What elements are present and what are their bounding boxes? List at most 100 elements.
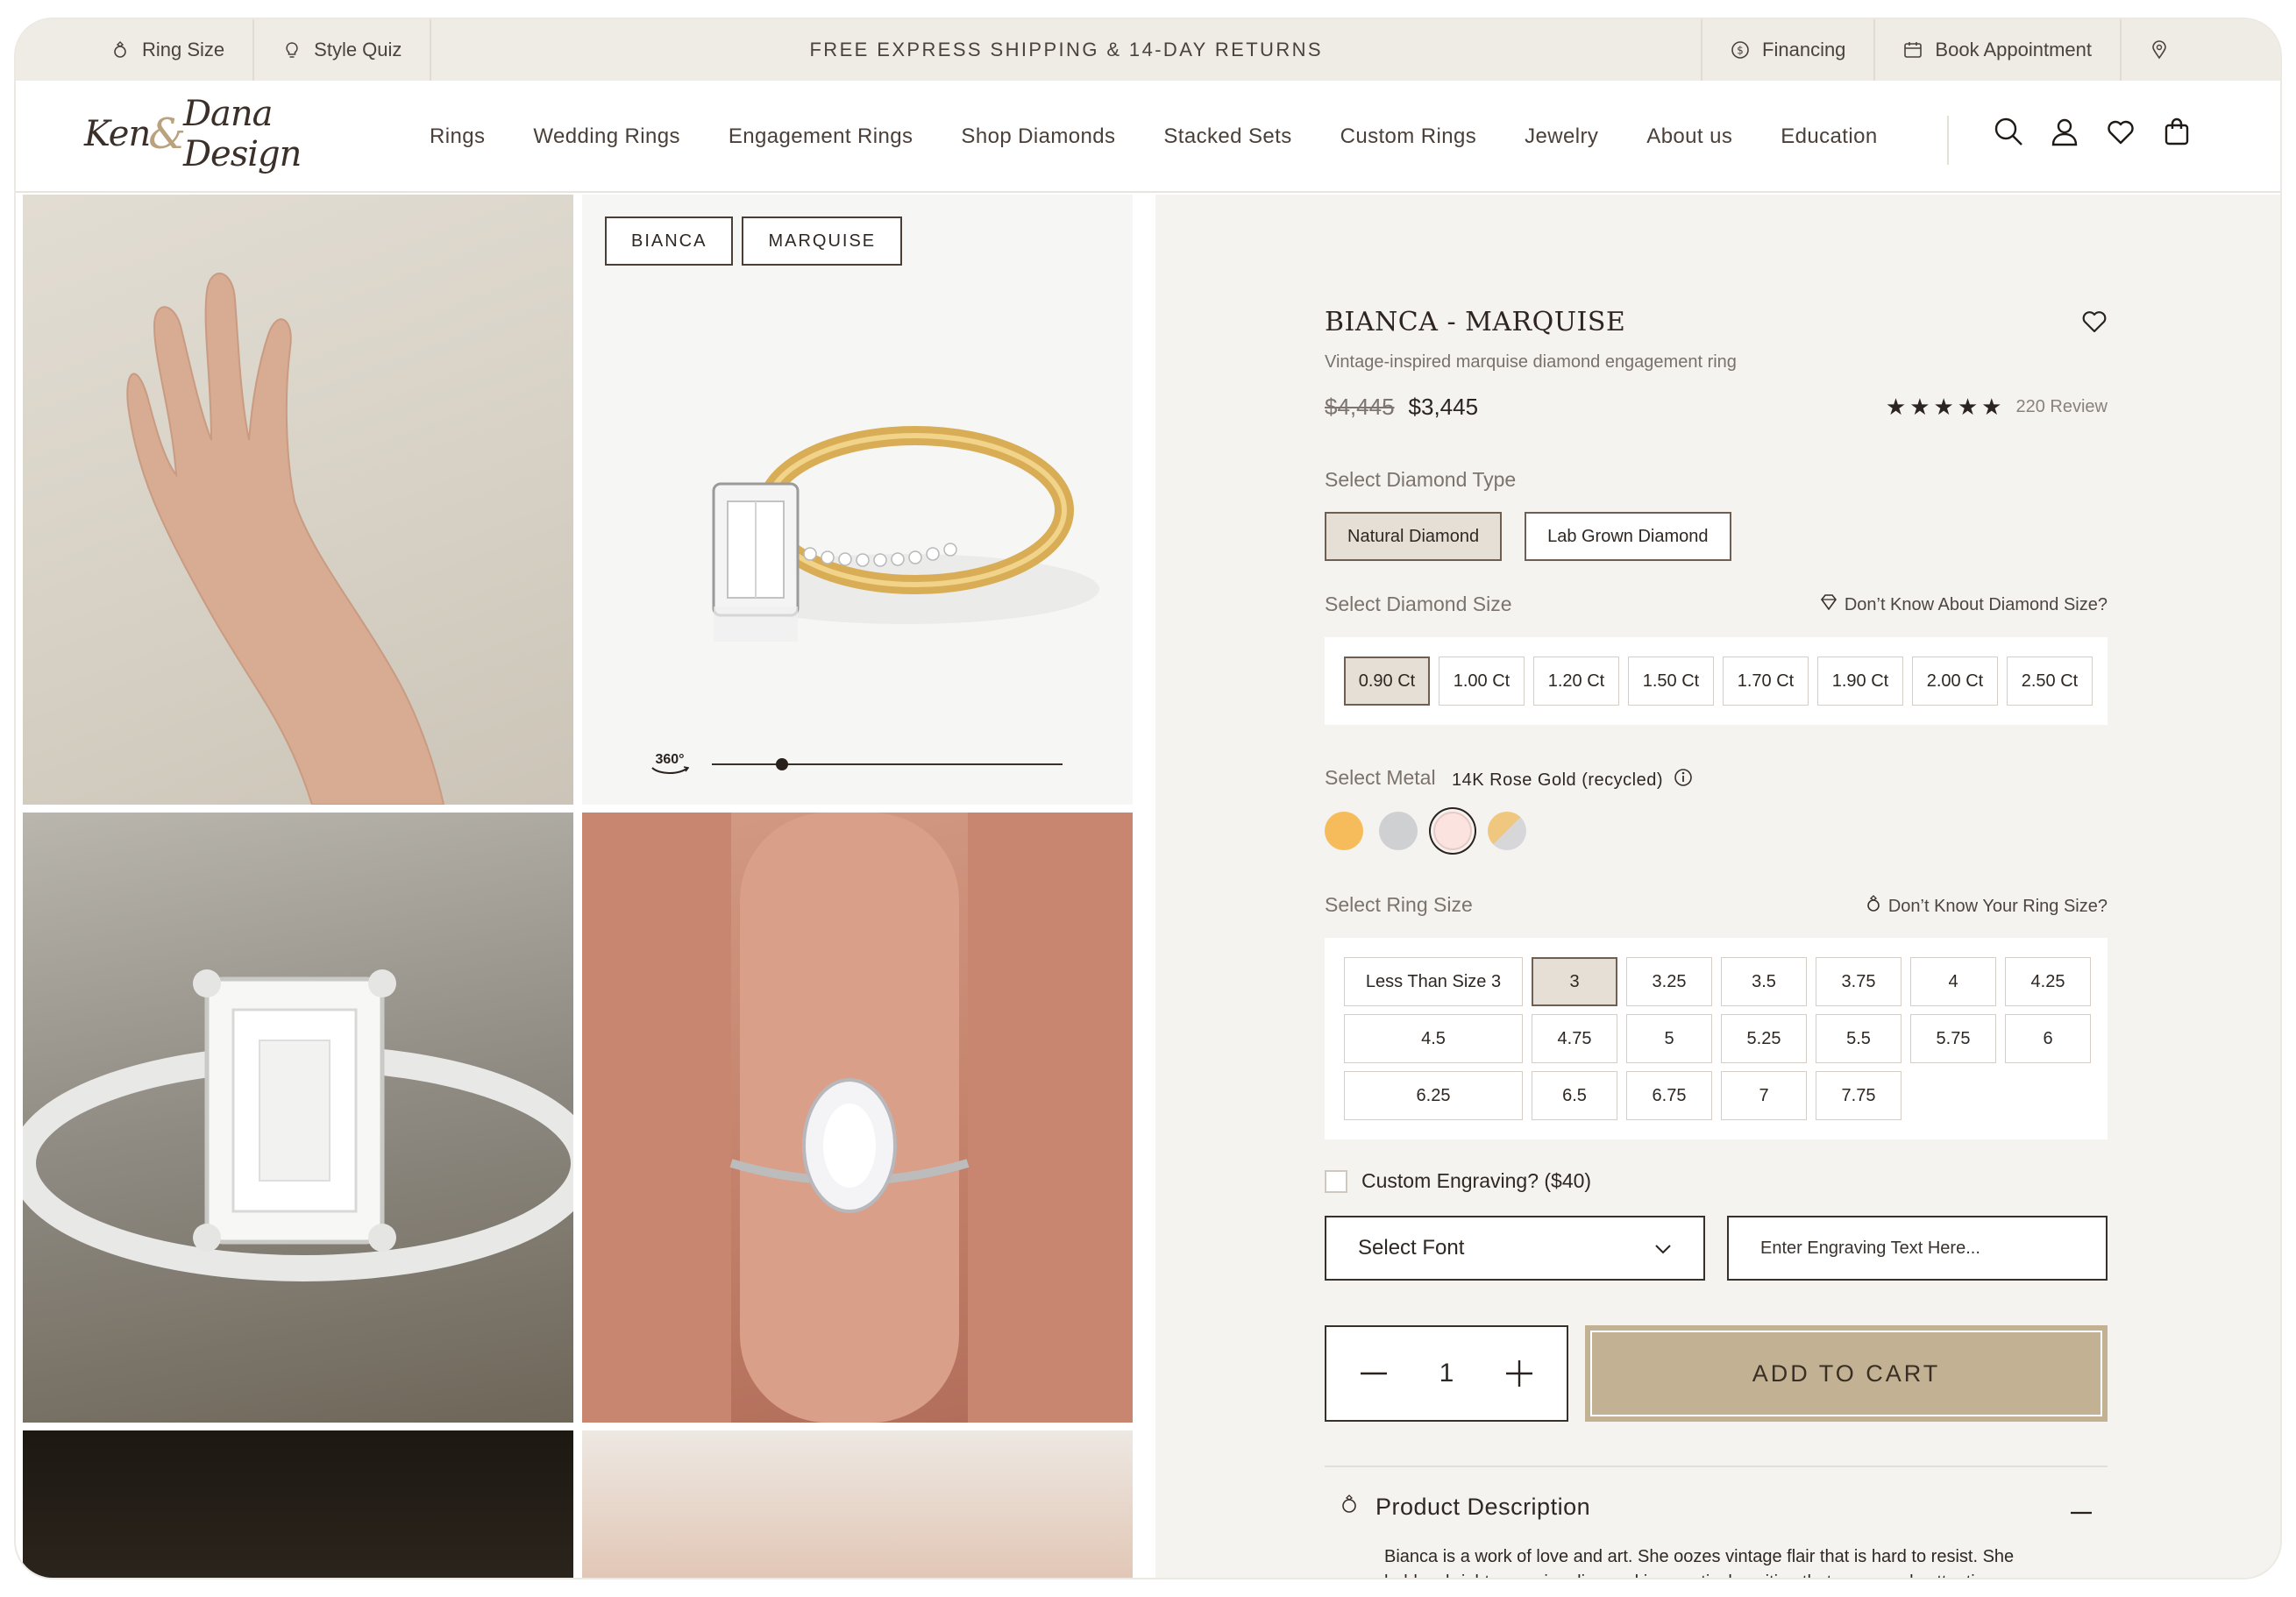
product-description-toggle[interactable]: Product Description xyxy=(1340,1494,2092,1521)
lightbulb-icon xyxy=(282,40,302,60)
store-location-link[interactable] xyxy=(2122,19,2197,81)
metal-swatch-yellow-gold[interactable] xyxy=(1325,812,1363,850)
nav-item-rings[interactable]: Rings xyxy=(430,124,485,149)
dollar-circle-icon: $ xyxy=(1731,40,1750,60)
diamond-size-option[interactable]: 1.70 Ct xyxy=(1723,657,1809,706)
finger-ring-illustration xyxy=(582,813,1133,1423)
star-icon: ★ xyxy=(1933,394,1954,420)
ring-size-option[interactable]: 5 xyxy=(1626,1014,1712,1063)
diamond-size-option[interactable]: 2.00 Ct xyxy=(1912,657,1998,706)
wishlist-heart-icon[interactable] xyxy=(2105,116,2136,147)
ring-size-option[interactable]: 3.75 xyxy=(1816,957,1901,1006)
ring-size-link[interactable]: Ring Size xyxy=(93,19,252,81)
browser-frame: Ring Size Style Quiz FREE EXPRESS SHIPPI… xyxy=(16,19,2280,1578)
diamond-size-option[interactable]: 2.50 Ct xyxy=(2007,657,2093,706)
engraving-checkbox[interactable] xyxy=(1325,1169,1347,1193)
ring-size-option[interactable]: 4.5 xyxy=(1344,1014,1523,1063)
ring-size-option[interactable]: 6 xyxy=(2005,1014,2091,1063)
gallery-image-emerald-cut[interactable] xyxy=(23,813,573,1423)
ring-size-label: Ring Size xyxy=(142,39,225,60)
diamond-size-option[interactable]: 1.00 Ct xyxy=(1439,657,1525,706)
ring-size-option[interactable]: 4.25 xyxy=(2005,957,2091,1006)
metal-swatch-two-tone[interactable] xyxy=(1488,812,1526,850)
diamond-size-help-link[interactable]: Don’t Know About Diamond Size? xyxy=(1820,594,2108,615)
diamond-size-option[interactable]: 1.90 Ct xyxy=(1817,657,1903,706)
info-icon[interactable] xyxy=(1674,768,1693,792)
nav-item-wedding-rings[interactable]: Wedding Rings xyxy=(533,124,680,149)
ring-size-option[interactable]: 5.25 xyxy=(1721,1014,1807,1063)
logo-text-dana: Dana Design xyxy=(182,94,302,174)
nav-item-education[interactable]: Education xyxy=(1781,124,1877,149)
quantity-stepper: 1 xyxy=(1325,1325,1568,1422)
ring-size-label: Select Ring Size xyxy=(1325,893,1473,916)
gallery-360-viewer[interactable]: BIANCA MARQUISE 360° xyxy=(582,195,1133,805)
ring-size-option[interactable]: 7.75 xyxy=(1816,1071,1901,1120)
account-icon[interactable] xyxy=(2049,116,2080,147)
engraving-text-input[interactable] xyxy=(1727,1216,2108,1281)
slider-thumb[interactable] xyxy=(776,758,788,770)
ring-icon xyxy=(1866,895,1881,918)
review-count: 220 Review xyxy=(2015,396,2108,416)
diamond-size-option[interactable]: 1.50 Ct xyxy=(1628,657,1714,706)
metal-label: Select Metal xyxy=(1325,766,1436,789)
quantity-value[interactable]: 1 xyxy=(1439,1359,1454,1388)
nav-divider xyxy=(1947,116,1949,165)
ring-size-option[interactable]: 4 xyxy=(1910,957,1996,1006)
nav-icons xyxy=(1993,116,2193,147)
diamond-size-option[interactable]: 0.90 Ct xyxy=(1344,657,1430,706)
star-icon: ★ xyxy=(1885,394,1907,420)
ring-size-option[interactable]: 5.5 xyxy=(1816,1014,1901,1063)
gallery-image-closeup[interactable] xyxy=(582,1430,1133,1578)
ring-size-option[interactable]: Less Than Size 3 xyxy=(1344,957,1523,1006)
diamond-type-natural[interactable]: Natural Diamond xyxy=(1325,512,1503,561)
shopping-bag-icon[interactable] xyxy=(2161,116,2193,147)
ring-size-option[interactable]: 6.25 xyxy=(1344,1071,1523,1120)
gallery-image-dark[interactable] xyxy=(23,1430,573,1578)
gallery-image-oval-on-hand[interactable] xyxy=(582,813,1133,1423)
ring-size-option[interactable]: 4.75 xyxy=(1532,1014,1617,1063)
plus-icon[interactable] xyxy=(1503,1358,1535,1389)
style-quiz-link[interactable]: Style Quiz xyxy=(254,19,430,81)
ring-size-help-text: Don’t Know Your Ring Size? xyxy=(1887,896,2108,916)
ring-size-option[interactable]: 7 xyxy=(1721,1071,1807,1120)
diamond-size-option[interactable]: 1.20 Ct xyxy=(1533,657,1619,706)
nav-item-engagement-rings[interactable]: Engagement Rings xyxy=(729,124,913,149)
ring-size-option[interactable]: 3.5 xyxy=(1721,957,1807,1006)
metal-swatches xyxy=(1325,812,1526,850)
gallery-image-hand[interactable] xyxy=(23,195,573,805)
ring-size-option[interactable]: 3.25 xyxy=(1626,957,1712,1006)
rotation-slider[interactable]: 360° xyxy=(650,747,1071,782)
minus-icon[interactable] xyxy=(1358,1358,1390,1389)
diamond-icon xyxy=(1820,594,1838,615)
diamond-type-options: Natural Diamond Lab Grown Diamond xyxy=(1325,512,1731,561)
book-appointment-link[interactable]: Book Appointment xyxy=(1875,19,2120,81)
rating[interactable]: ★ ★ ★ ★ ★ 220 Review xyxy=(1886,395,2108,418)
heart-icon[interactable] xyxy=(2081,309,2108,335)
product-subtitle: Vintage-inspired marquise diamond engage… xyxy=(1325,352,1737,372)
ring-size-option[interactable]: 3 xyxy=(1532,957,1617,1006)
ring-size-option[interactable]: 6.75 xyxy=(1626,1071,1712,1120)
ring-render xyxy=(712,426,1099,642)
ring-size-grid: Less Than Size 3 3 3.25 3.5 3.75 4 4.25 4.5 4.75… xyxy=(1344,957,2108,1120)
ring-size-option[interactable]: 5.75 xyxy=(1910,1014,1996,1063)
font-select[interactable]: Select Font xyxy=(1325,1216,1705,1281)
diamond-type-lab-grown[interactable]: Lab Grown Diamond xyxy=(1525,512,1731,561)
ring-size-help-link[interactable]: Don’t Know Your Ring Size? xyxy=(1866,895,2108,918)
product-panel: BIANCA - MARQUISE Vintage-inspired marqu… xyxy=(1155,195,2280,1578)
nav-item-custom-rings[interactable]: Custom Rings xyxy=(1340,124,1477,149)
search-icon[interactable] xyxy=(1993,116,2024,147)
svg-text:$: $ xyxy=(1737,45,1744,57)
nav-item-jewelry[interactable]: Jewelry xyxy=(1525,124,1598,149)
add-to-cart-button[interactable]: ADD TO CART xyxy=(1585,1325,2108,1422)
slider-track[interactable] xyxy=(712,763,1063,765)
brand-logo[interactable]: Ken & Dana Design xyxy=(84,94,312,174)
nav-item-shop-diamonds[interactable]: Shop Diamonds xyxy=(961,124,1115,149)
nav-item-stacked-sets[interactable]: Stacked Sets xyxy=(1163,124,1291,149)
nav-item-about-us[interactable]: About us xyxy=(1646,124,1732,149)
collapse-icon[interactable] xyxy=(2071,1494,2092,1521)
metal-swatch-rose-gold[interactable] xyxy=(1433,812,1472,850)
financing-link[interactable]: $ Financing xyxy=(1702,19,1873,81)
metal-swatch-white-gold[interactable] xyxy=(1379,812,1418,850)
style-quiz-label: Style Quiz xyxy=(314,39,402,60)
ring-size-option[interactable]: 6.5 xyxy=(1532,1071,1617,1120)
